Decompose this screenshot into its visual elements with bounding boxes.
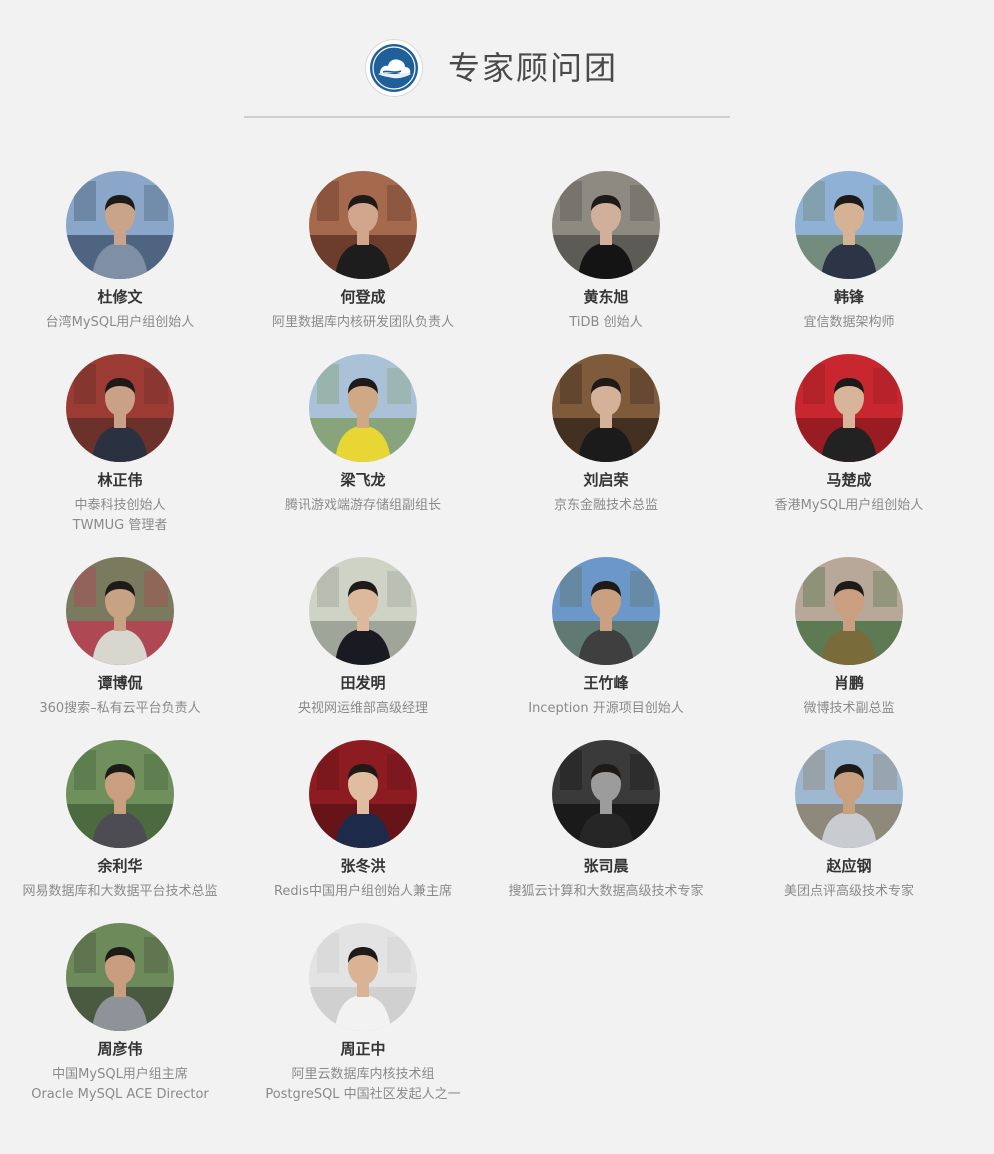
expert-name: 张冬洪 <box>340 857 386 875</box>
expert-role: 阿里数据库内核研发团队负责人 <box>242 313 484 333</box>
expert-role: 美团点评高级技术专家 <box>728 882 970 902</box>
avatar <box>309 557 417 665</box>
expert-card: 余利华网易数据库和大数据平台技术总监 <box>0 740 241 902</box>
expert-role-line: 阿里数据库内核研发团队负责人 <box>271 315 454 330</box>
expert-role-line: Redis中国用户组创始人兼主席 <box>273 884 453 899</box>
expert-name: 韩锋 <box>833 288 864 306</box>
expert-name: 肖鹏 <box>833 674 864 692</box>
expert-role: 搜狐云计算和大数据高级技术专家 <box>485 882 727 902</box>
expert-card: 韩锋 宜信数据架构师 <box>728 171 970 333</box>
expert-role-line: 搜狐云计算和大数据高级技术专家 <box>508 884 704 899</box>
expert-role-line: 阿里云数据库内核技术组 <box>291 1067 435 1082</box>
expert-role-line: 360搜索–私有云平台负责人 <box>39 701 201 716</box>
expert-name: 刘启荣 <box>583 471 629 489</box>
expert-name: 田发明 <box>340 674 386 692</box>
page-title: 专家顾问团 <box>448 49 619 87</box>
avatar <box>309 923 417 1031</box>
expert-card: 周彦伟中国MySQL用户组主席 Oracle MySQL ACE Director <box>0 923 241 1105</box>
avatar <box>552 740 660 848</box>
expert-role: Redis中国用户组创始人兼主席 <box>242 882 484 902</box>
expert-card: 赵应钢美团点评高级技术专家 <box>728 740 970 902</box>
expert-role-line: PostgreSQL 中国社区发起人之一 <box>265 1087 461 1102</box>
avatar <box>309 171 417 279</box>
expert-role-line: 中国MySQL用户组主席 <box>52 1067 188 1082</box>
expert-role-line: 央视网运维部高级经理 <box>297 701 428 716</box>
header: 专家顾问团 <box>0 36 994 100</box>
expert-card: 黄东旭 TiDB 创始人 <box>485 171 727 333</box>
expert-role-line: 宜信数据架构师 <box>803 315 895 330</box>
expert-card: 张司晨搜狐云计算和大数据高级技术专家 <box>485 740 727 902</box>
expert-name: 张司晨 <box>583 857 629 875</box>
expert-role-line: 网易数据库和大数据平台技术总监 <box>22 884 218 899</box>
expert-role: 香港MySQL用户组创始人 <box>728 496 970 516</box>
expert-role-line: 腾讯游戏端游存储组副组长 <box>284 498 441 513</box>
expert-name: 林正伟 <box>97 471 143 489</box>
expert-card: 杜修文台湾MySQL用户组创始人 <box>0 171 241 333</box>
expert-role: 腾讯游戏端游存储组副组长 <box>242 496 484 516</box>
expert-name: 王竹峰 <box>583 674 629 692</box>
expert-card: 张冬洪 Redis中国用户组创始人兼主席 <box>242 740 484 902</box>
expert-card: 何登成阿里数据库内核研发团队负责人 <box>242 171 484 333</box>
avatar <box>66 557 174 665</box>
expert-role: 京东金融技术总监 <box>485 496 727 516</box>
avatar <box>66 740 174 848</box>
expert-role-line: 台湾MySQL用户组创始人 <box>45 315 195 330</box>
expert-card: 王竹峰 Inception 开源项目创始人 <box>485 557 727 719</box>
avatar <box>795 557 903 665</box>
expert-role: 台湾MySQL用户组创始人 <box>0 313 241 333</box>
expert-role-line: TWMUG 管理者 <box>72 518 168 533</box>
expert-card: 梁飞龙腾讯游戏端游存储组副组长 <box>242 354 484 516</box>
logo <box>366 40 422 96</box>
divider <box>244 116 730 118</box>
avatar <box>309 740 417 848</box>
expert-name: 梁飞龙 <box>340 471 386 489</box>
avatar <box>552 354 660 462</box>
avatar <box>552 171 660 279</box>
avatar <box>66 923 174 1031</box>
expert-card: 周正中阿里云数据库内核技术组 PostgreSQL 中国社区发起人之一 <box>242 923 484 1105</box>
expert-role-line: 香港MySQL用户组创始人 <box>774 498 924 513</box>
expert-card: 谭博侃 360搜索–私有云平台负责人 <box>0 557 241 719</box>
expert-role: 360搜索–私有云平台负责人 <box>0 699 241 719</box>
expert-role-line: 美团点评高级技术专家 <box>783 884 914 899</box>
expert-name: 周彦伟 <box>97 1040 143 1058</box>
expert-role: 中国MySQL用户组主席 Oracle MySQL ACE Director <box>0 1065 241 1105</box>
expert-role-line: TiDB 创始人 <box>569 315 643 330</box>
expert-role-line: 微博技术副总监 <box>803 701 895 716</box>
expert-card: 马楚成香港MySQL用户组创始人 <box>728 354 970 516</box>
expert-role: 宜信数据架构师 <box>728 313 970 333</box>
expert-name: 马楚成 <box>826 471 872 489</box>
expert-name: 赵应钢 <box>826 857 872 875</box>
avatar <box>795 354 903 462</box>
expert-card: 田发明央视网运维部高级经理 <box>242 557 484 719</box>
expert-name: 周正中 <box>340 1040 386 1058</box>
expert-role: Inception 开源项目创始人 <box>485 699 727 719</box>
avatar <box>66 171 174 279</box>
avatar <box>552 557 660 665</box>
expert-role: TiDB 创始人 <box>485 313 727 333</box>
expert-role-line: 京东金融技术总监 <box>553 498 658 513</box>
expert-card: 肖鹏 微博技术副总监 <box>728 557 970 719</box>
expert-name: 谭博侃 <box>97 674 143 692</box>
expert-name: 何登成 <box>340 288 386 306</box>
avatar <box>795 171 903 279</box>
expert-name: 杜修文 <box>97 288 143 306</box>
avatar <box>66 354 174 462</box>
expert-role-line: Oracle MySQL ACE Director <box>31 1087 209 1102</box>
expert-name: 黄东旭 <box>583 288 629 306</box>
expert-role-line: 中泰科技创始人 <box>74 498 166 513</box>
expert-role: 中泰科技创始人 TWMUG 管理者 <box>0 496 241 536</box>
expert-role: 微博技术副总监 <box>728 699 970 719</box>
avatar <box>795 740 903 848</box>
expert-role: 央视网运维部高级经理 <box>242 699 484 719</box>
expert-role: 网易数据库和大数据平台技术总监 <box>0 882 241 902</box>
expert-role-line: Inception 开源项目创始人 <box>528 701 684 716</box>
expert-card: 林正伟中泰科技创始人 TWMUG 管理者 <box>0 354 241 536</box>
expert-name: 余利华 <box>97 857 143 875</box>
expert-card: 刘启荣京东金融技术总监 <box>485 354 727 516</box>
avatar <box>309 354 417 462</box>
expert-role: 阿里云数据库内核技术组 PostgreSQL 中国社区发起人之一 <box>242 1065 484 1105</box>
